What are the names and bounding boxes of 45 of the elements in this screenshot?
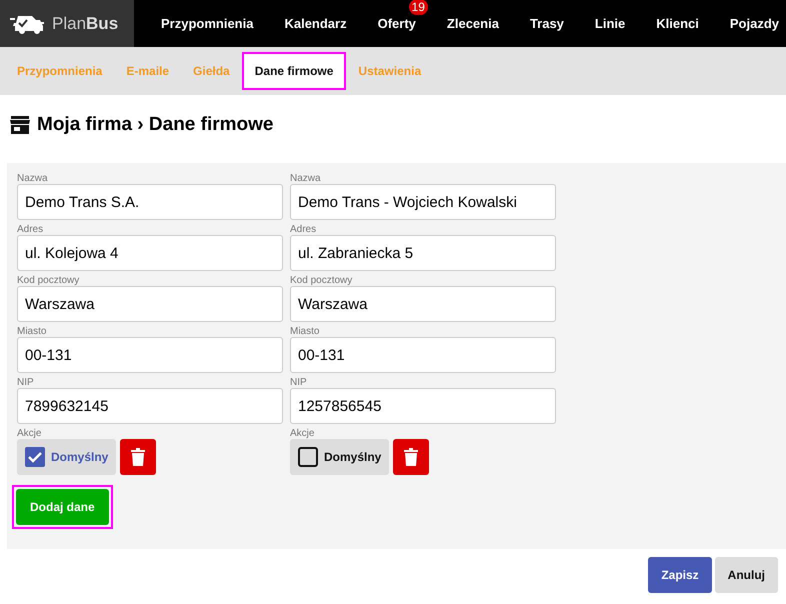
input-field[interactable]: 7899632145 (17, 388, 283, 424)
input-field[interactable]: 1257856545 (290, 388, 556, 424)
input-field[interactable]: Warszawa (290, 286, 556, 322)
nav-link[interactable]: Przypomnienia (161, 16, 254, 31)
field-label: Adres (17, 224, 44, 235)
field-label: Akcje (17, 428, 42, 439)
default-toggle[interactable]: Domyślny (17, 439, 116, 475)
checkbox[interactable] (25, 447, 45, 467)
nav-link[interactable]: Trasy (530, 16, 564, 31)
default-toggle[interactable]: Domyślny (290, 439, 390, 475)
trash-icon (131, 448, 146, 466)
field-label: Nazwa (17, 173, 49, 184)
save-button[interactable]: Zapisz (648, 557, 712, 593)
logo-text: PlanBus (52, 14, 118, 34)
delete-button[interactable] (120, 439, 156, 475)
checkbox[interactable] (298, 447, 318, 467)
field-label: Miasto (290, 326, 320, 337)
field-label: NIP (17, 377, 35, 388)
cancel-button[interactable]: Anuluj (714, 557, 778, 593)
field-label: Miasto (17, 326, 48, 337)
count-badge: 19 (408, 0, 428, 15)
nav-link[interactable]: Klienci (656, 16, 699, 31)
input-field[interactable]: 00-131 (17, 337, 283, 373)
nav-link[interactable]: Zlecenia (446, 16, 499, 31)
delete-button[interactable] (393, 439, 430, 475)
nav-link[interactable]: Pojazdy (730, 16, 780, 31)
nav-link[interactable]: Linie (594, 16, 626, 31)
input-field[interactable]: Warszawa (17, 286, 283, 322)
field-label: Kod pocztowy (290, 275, 354, 286)
input-field[interactable]: Demo Trans S.A. (17, 184, 283, 220)
input-field[interactable]: 00-131 (290, 337, 556, 373)
field-label: Kod pocztowy (17, 275, 80, 286)
field-label: Nazwa (290, 173, 322, 184)
field-label: Akcje (290, 428, 316, 439)
field-label: NIP (290, 377, 308, 388)
truck-icon (10, 14, 46, 34)
nav-link[interactable]: Kalendarz (284, 16, 347, 31)
tab[interactable]: Dane firmowe (242, 52, 346, 90)
input-field[interactable]: Demo Trans - Wojciech Kowalski (290, 184, 556, 220)
store-icon (10, 116, 30, 134)
trash-icon (404, 448, 418, 466)
input-field[interactable]: ul. Kolejowa 4 (17, 235, 283, 271)
input-field[interactable]: ul. Zabraniecka 5 (290, 235, 556, 271)
page-title: Moja firma › Dane firmowe (37, 114, 274, 136)
field-label: Adres (290, 224, 318, 235)
